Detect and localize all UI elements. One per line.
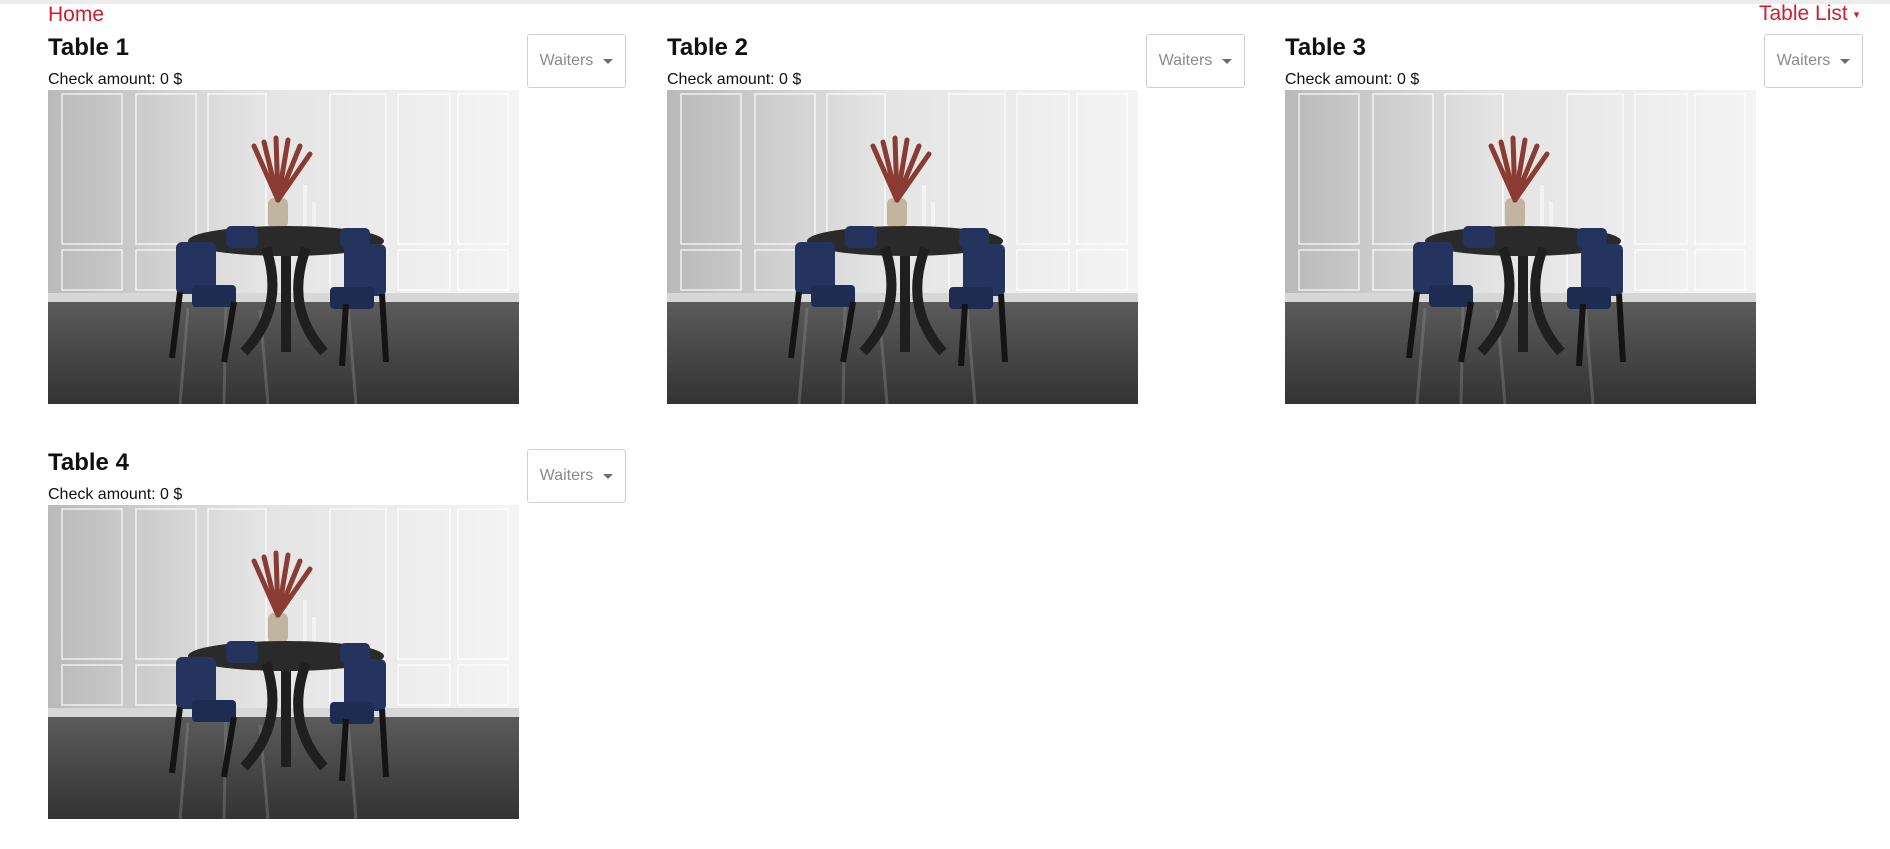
check-amount: Check amount: 0 $	[1285, 71, 1420, 88]
caret-down-icon	[1222, 58, 1233, 64]
table-list-label: Table List	[1759, 2, 1848, 25]
table-card: Table 4 Check amount: 0 $ Waiters	[48, 449, 630, 849]
table-photo	[1285, 90, 1756, 404]
table-list-menu[interactable]: Table List ▾	[1759, 2, 1859, 26]
waiters-dropdown[interactable]: Waiters	[527, 34, 626, 88]
table-title: Table 1	[48, 34, 129, 61]
waiters-dropdown-label: Waiters	[1776, 52, 1831, 69]
table-card: Table 3 Check amount: 0 $ Waiters	[1285, 34, 1867, 434]
check-amount: Check amount: 0 $	[48, 71, 183, 88]
table-card: Table 2 Check amount: 0 $ Waiters	[667, 34, 1249, 434]
table-photo	[667, 90, 1138, 404]
table-title: Table 3	[1285, 34, 1366, 61]
table-photo	[48, 90, 519, 404]
table-title: Table 4	[48, 449, 129, 476]
table-card: Table 1 Check amount: 0 $ Waiters	[48, 34, 630, 434]
top-border	[0, 0, 1890, 4]
check-amount: Check amount: 0 $	[48, 486, 183, 503]
check-amount: Check amount: 0 $	[667, 71, 802, 88]
waiters-dropdown[interactable]: Waiters	[1146, 34, 1245, 88]
table-title: Table 2	[667, 34, 748, 61]
table-photo	[48, 505, 519, 819]
caret-down-icon: ▾	[1853, 8, 1860, 21]
waiters-dropdown-label: Waiters	[539, 467, 594, 484]
waiters-dropdown[interactable]: Waiters	[527, 449, 626, 503]
waiters-dropdown-label: Waiters	[539, 52, 594, 69]
caret-down-icon	[603, 58, 614, 64]
waiters-dropdown[interactable]: Waiters	[1764, 34, 1863, 88]
caret-down-icon	[1840, 58, 1851, 64]
caret-down-icon	[603, 473, 614, 479]
home-link[interactable]: Home	[48, 3, 104, 27]
waiters-dropdown-label: Waiters	[1158, 52, 1213, 69]
